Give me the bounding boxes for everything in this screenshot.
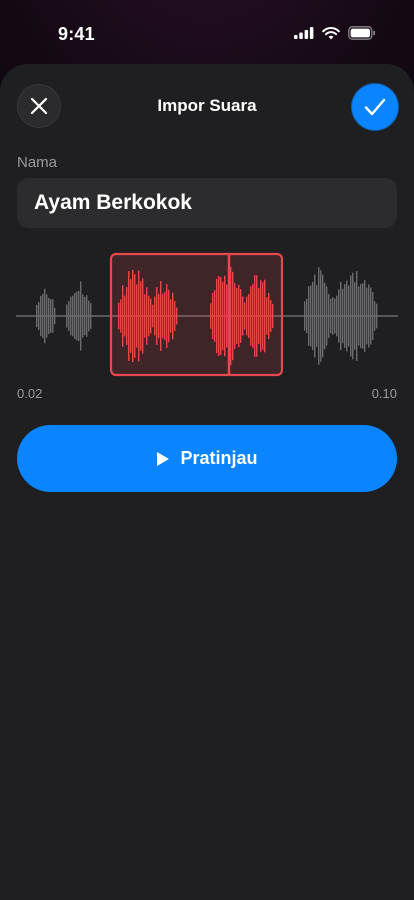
waveform-bar [374, 301, 376, 331]
waveform-bar [324, 282, 326, 350]
waveform-bar [318, 267, 320, 365]
waveform-bar [88, 300, 90, 332]
waveform-bar [328, 293, 330, 339]
waveform-bar [308, 286, 310, 346]
waveform-bar [330, 298, 332, 334]
preview-button-label: Pratinjau [180, 448, 258, 468]
name-field-value: Ayam Berkokok [34, 191, 192, 214]
waveform-bar [90, 303, 92, 329]
play-icon [157, 451, 170, 466]
status-time: 9:41 [58, 24, 95, 44]
waveform-bar [320, 270, 322, 362]
waveform-bar [84, 296, 86, 336]
waveform-bar [86, 295, 88, 337]
waveform-bar [36, 304, 38, 328]
trim-start-time: 0.02 [17, 386, 43, 401]
waveform-bar [338, 289, 340, 343]
waveform-bar [48, 298, 50, 334]
waveform-bar [370, 287, 372, 345]
waveform-bar [340, 281, 342, 351]
waveform-bar [42, 293, 44, 339]
waveform-bar [352, 272, 354, 360]
waveform-bar [316, 285, 318, 347]
name-field[interactable]: Ayam Berkokok [17, 178, 397, 228]
waveform-bar [326, 286, 328, 346]
waveform-bar [304, 301, 306, 331]
waveform-bar [358, 286, 360, 346]
waveform-bar [70, 296, 72, 336]
waveform-bar [336, 295, 338, 337]
waveform-bar [350, 275, 352, 357]
waveform-bar [52, 299, 54, 333]
waveform-bar [40, 295, 42, 337]
waveform-bar [78, 290, 80, 342]
waveform-bar [360, 283, 362, 349]
waveform-bar [354, 281, 356, 351]
waveform-bar [322, 274, 324, 358]
status-bar: 9:41 [0, 0, 414, 64]
waveform-bar [348, 285, 350, 347]
waveform-bar [44, 288, 46, 344]
waveform-bar [46, 294, 48, 338]
trim-selection[interactable] [109, 252, 284, 377]
waveform-bar [306, 298, 308, 334]
waveform-bar [72, 295, 74, 337]
waveform-bar [312, 282, 314, 350]
waveform-bar [54, 307, 56, 325]
trim-end-time: 0.10 [371, 386, 397, 401]
waveform-bar [38, 302, 40, 330]
waveform-bar [80, 281, 82, 351]
battery-icon [348, 26, 375, 40]
preview-button[interactable]: Pratinjau [17, 425, 397, 492]
wifi-icon [322, 26, 340, 39]
waveform-bar [376, 303, 378, 329]
waveform-bar [314, 274, 316, 358]
waveform-bar [344, 284, 346, 348]
waveform-bar [368, 284, 370, 348]
waveform-bar [74, 292, 76, 340]
import-sound-sheet: Impor Suara Nama Ayam Berkokok 0.02 0.10… [0, 64, 414, 900]
waveform-bar [334, 298, 336, 334]
name-label: Nama [17, 154, 58, 171]
waveform-bar [362, 283, 364, 349]
waveform-bar [346, 280, 348, 352]
waveform-bar [356, 271, 358, 361]
waveform[interactable] [0, 250, 414, 380]
waveform-bar [332, 297, 334, 335]
waveform-bar [372, 291, 374, 341]
waveform-bar [342, 288, 344, 344]
waveform-bar [50, 299, 52, 333]
done-button[interactable] [352, 84, 398, 130]
waveform-bar [366, 287, 368, 345]
checkmark-icon [364, 98, 386, 116]
sheet-header: Impor Suara [0, 84, 414, 132]
status-icons [294, 26, 376, 40]
waveform-bar [68, 300, 70, 332]
waveform-bar [76, 291, 78, 341]
waveform-bar [82, 294, 84, 338]
waveform-bar [310, 285, 312, 347]
waveform-bar [364, 280, 366, 352]
waveform-bar [66, 304, 68, 328]
signal-icon [294, 27, 314, 39]
